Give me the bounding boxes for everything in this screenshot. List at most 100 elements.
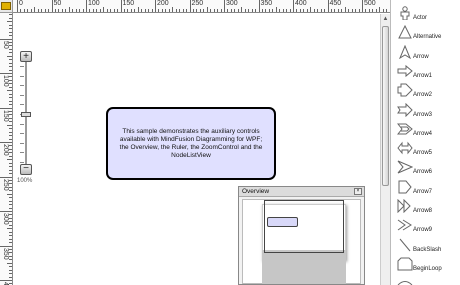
ruler-tick <box>237 9 239 12</box>
ruler-tick <box>9 69 12 71</box>
ruler-tick <box>9 128 12 130</box>
zoom-slider-thumb[interactable] <box>21 112 31 117</box>
ruler-tick <box>34 7 36 12</box>
ruler-tick <box>9 41 12 43</box>
ruler-tick <box>9 79 12 81</box>
ruler-tick <box>7 55 12 57</box>
ruler-tick <box>9 204 12 206</box>
ruler-tick <box>9 62 12 64</box>
ruler-tick <box>96 9 98 12</box>
overview-close-icon[interactable]: × <box>354 188 362 195</box>
vertical-ruler[interactable]: 50100150200250300350400 <box>0 13 13 285</box>
ruler-tick <box>54 9 56 12</box>
ruler-tick <box>9 76 12 78</box>
horizontal-ruler[interactable]: 050100150200250300350400450500550 <box>13 0 390 13</box>
ruler-tick <box>9 31 12 33</box>
ruler-tick <box>9 148 12 150</box>
arrow9-icon <box>397 218 413 232</box>
ruler-tick <box>9 283 12 285</box>
node-list-item-arrow8[interactable]: Arrow8 <box>391 198 460 218</box>
ruler-corner[interactable] <box>0 0 13 13</box>
ruler-tick <box>51 0 53 12</box>
alternative-icon <box>397 25 413 39</box>
node-list-item-arrow6[interactable]: Arrow6 <box>391 160 460 179</box>
diagram-node[interactable]: This sample demonstrates the auxiliary c… <box>106 107 276 180</box>
ruler-tick <box>123 9 125 12</box>
ruler-tick <box>68 7 70 12</box>
ruler-tick <box>279 9 281 12</box>
zoom-out-button[interactable]: − <box>20 164 32 175</box>
ruler-tick <box>9 179 12 181</box>
ruler-tick <box>203 9 205 12</box>
ruler-tick <box>106 9 108 12</box>
scrollbar-thumb[interactable] <box>382 26 389 186</box>
ruler-tick <box>9 45 12 47</box>
ruler-tick <box>9 231 12 233</box>
node-list-item-arrow9[interactable]: Arrow9 <box>391 218 460 237</box>
ruler-label: 150 <box>122 0 135 7</box>
ruler-label: 200 <box>2 144 9 156</box>
node-list-item-label: Arrow9 <box>413 227 433 234</box>
zoom-tick <box>20 104 24 106</box>
ruler-tick <box>9 248 12 250</box>
ruler-tick <box>110 9 112 12</box>
node-list-item-actor[interactable]: Actor <box>391 6 460 25</box>
ruler-tick <box>179 9 181 12</box>
node-list-item-arrow2[interactable]: Arrow2 <box>391 83 460 102</box>
overview-body[interactable] <box>242 199 361 284</box>
ruler-tick <box>48 9 50 12</box>
node-list-item-arrow4[interactable]: Arrow4 <box>391 122 460 141</box>
ruler-tick <box>337 9 339 12</box>
ruler-tick <box>261 9 263 12</box>
ruler-tick <box>351 9 353 12</box>
ruler-tick <box>172 7 174 12</box>
ruler-tick <box>9 135 12 137</box>
ruler-tick <box>9 200 12 202</box>
arrow5-icon <box>397 141 413 155</box>
node-list-item-label: Arrow6 <box>413 169 433 176</box>
overview-panel[interactable]: Overview × <box>238 186 365 285</box>
node-list-item-arrow7[interactable]: Arrow7 <box>391 180 460 199</box>
ruler-tick <box>141 9 143 12</box>
ruler-tick <box>30 9 32 12</box>
zoom-in-button[interactable]: + <box>20 51 32 62</box>
node-list-view[interactable]: Actor Alternative Arrow Arrow1 Arrow2 Arrow3 A… <box>390 0 460 285</box>
ruler-tick <box>9 155 12 157</box>
arrow8-icon <box>397 198 413 214</box>
node-list-item-bowarrow[interactable]: BowArrow <box>391 276 460 285</box>
ruler-tick <box>113 9 115 12</box>
ruler-tick <box>0 73 12 74</box>
ruler-tick <box>151 9 153 12</box>
ruler-tick <box>9 273 12 275</box>
ruler-tick <box>327 0 329 12</box>
overview-viewport-rect[interactable] <box>264 200 344 253</box>
node-list-item-arrow3[interactable]: Arrow3 <box>391 102 460 122</box>
node-list-item-backslash[interactable]: BackSlash <box>391 238 460 257</box>
ruler-tick <box>293 0 294 12</box>
vertical-scrollbar[interactable]: ▲ <box>380 14 390 285</box>
node-list-item-beginloop[interactable]: BeginLoop <box>391 257 460 276</box>
ruler-tick <box>0 211 12 212</box>
ruler-tick <box>9 235 12 237</box>
ruler-tick <box>365 9 367 12</box>
node-list-item-arrow5[interactable]: Arrow5 <box>391 141 460 160</box>
ruler-tick <box>89 9 91 12</box>
ruler-tick <box>9 121 12 123</box>
ruler-label: 50 <box>53 0 62 7</box>
node-list-item-arrow1[interactable]: Arrow1 <box>391 64 460 83</box>
ruler-label: 250 <box>191 0 204 7</box>
ruler-tick <box>9 224 12 226</box>
ruler-tick <box>9 207 12 209</box>
node-list-item-alternative[interactable]: Alternative <box>391 25 460 44</box>
ruler-tick <box>303 9 305 12</box>
ruler-tick <box>286 9 288 12</box>
ruler-tick <box>213 9 215 12</box>
node-list-item-arrow[interactable]: Arrow <box>391 44 460 64</box>
ruler-label: 300 <box>2 213 9 225</box>
ruler-tick <box>9 169 12 171</box>
ruler-tick <box>310 7 312 12</box>
scroll-up-icon[interactable]: ▲ <box>382 15 389 23</box>
ruler-tick <box>368 9 370 12</box>
ruler-tick <box>362 0 363 12</box>
node-list-item-label: Arrow3 <box>413 111 433 118</box>
